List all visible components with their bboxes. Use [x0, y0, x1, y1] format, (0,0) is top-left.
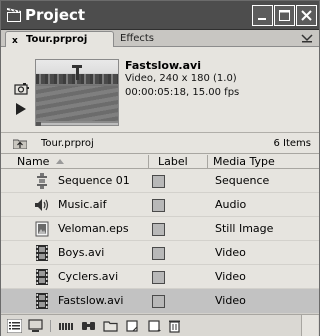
- item-name: Fastslow.avi: [58, 294, 124, 307]
- sequence-icon: [37, 173, 47, 189]
- bottom-toolbar: [1, 314, 319, 336]
- table-row[interactable]: Cyclers.avi Video: [1, 265, 319, 289]
- minimize-button[interactable]: [252, 5, 273, 26]
- clip-name: Fastslow.avi: [125, 59, 201, 72]
- item-name: Veloman.eps: [58, 222, 129, 235]
- resize-grip[interactable]: [301, 315, 318, 336]
- thumbnail-field: [36, 86, 118, 121]
- table-row[interactable]: Boys.avi Video: [1, 241, 319, 265]
- label-color-swatch[interactable]: [152, 247, 165, 260]
- table-row-selected[interactable]: Fastslow.avi Video: [1, 289, 319, 314]
- panel-menu-icon[interactable]: [301, 33, 314, 44]
- speaker-icon: [35, 199, 49, 211]
- item-media-type: Still Image: [215, 222, 274, 235]
- tab-bar: x Tour.prproj Effects: [1, 30, 319, 47]
- column-label-header[interactable]: Label: [158, 154, 188, 169]
- divider: [1, 132, 319, 133]
- label-color-swatch[interactable]: [152, 175, 165, 188]
- item-count: 6 Items: [273, 138, 311, 149]
- find-icon[interactable]: [81, 319, 96, 333]
- sort-ascending-icon[interactable]: [56, 159, 64, 164]
- label-color-swatch[interactable]: [152, 295, 165, 308]
- item-media-type: Video: [215, 246, 246, 259]
- title-bar[interactable]: Project: [1, 1, 319, 30]
- new-bin-icon[interactable]: [103, 319, 118, 333]
- scrubber-handle[interactable]: [36, 122, 41, 126]
- toolbar-separator: [50, 320, 51, 332]
- item-name: Boys.avi: [58, 246, 105, 259]
- minimize-icon: [258, 18, 266, 20]
- item-name: Sequence 01: [58, 174, 130, 187]
- tab-effects-label: Effects: [120, 33, 154, 44]
- film-icon: [36, 245, 48, 261]
- column-divider[interactable]: [148, 155, 149, 168]
- still-image-icon: [35, 221, 49, 237]
- film-icon: [36, 269, 48, 285]
- column-name-header[interactable]: Name: [17, 154, 49, 169]
- thumbnail-scrubber[interactable]: [35, 122, 119, 126]
- item-media-type: Audio: [215, 198, 247, 211]
- table-row[interactable]: Veloman.eps Still Image: [1, 217, 319, 241]
- trash-icon[interactable]: [167, 319, 182, 333]
- automate-to-sequence-icon[interactable]: [59, 319, 74, 333]
- close-button[interactable]: [296, 5, 317, 26]
- label-color-swatch[interactable]: [152, 271, 165, 284]
- clip-duration-info: 00:00:05:18, 15.00 fps: [125, 87, 240, 98]
- new-item-menu-icon[interactable]: [147, 319, 162, 333]
- label-color-swatch[interactable]: [152, 199, 165, 212]
- item-media-type: Sequence: [215, 174, 270, 187]
- column-divider[interactable]: [207, 155, 208, 168]
- clip-thumbnail[interactable]: [35, 59, 119, 122]
- tab-project-label: Tour.prproj: [26, 34, 88, 45]
- table-row[interactable]: Music.aif Audio: [1, 193, 319, 217]
- item-name: Music.aif: [58, 198, 107, 211]
- tab-close-icon[interactable]: x: [12, 34, 18, 49]
- thumbnail-sign: [72, 65, 82, 68]
- item-media-type: Video: [215, 270, 246, 283]
- window-title: Project: [25, 6, 86, 24]
- tab-effects[interactable]: Effects: [114, 31, 174, 47]
- maximize-icon: [279, 10, 290, 21]
- film-icon: [36, 293, 48, 309]
- bin-name: Tour.prproj: [41, 138, 94, 149]
- poster-frame-icon[interactable]: [14, 82, 30, 96]
- column-media-type-header[interactable]: Media Type: [213, 154, 275, 169]
- new-item-icon[interactable]: [125, 319, 140, 333]
- tab-project[interactable]: x Tour.prproj: [5, 31, 114, 47]
- maximize-button[interactable]: [274, 5, 295, 26]
- play-icon[interactable]: [15, 103, 27, 115]
- thumbnail-post: [76, 66, 79, 80]
- column-header: Name Label Media Type: [1, 153, 319, 169]
- table-row[interactable]: Sequence 01 Sequence: [1, 169, 319, 193]
- item-media-type: Video: [215, 294, 246, 307]
- project-panel: Project x Tour.prproj Effects Fastslow.a…: [0, 0, 320, 336]
- icon-view-icon[interactable]: [28, 319, 43, 333]
- parent-bin-icon[interactable]: [13, 138, 27, 149]
- list-view-icon[interactable]: [7, 319, 22, 333]
- clip-video-info: Video, 240 x 180 (1.0): [125, 73, 237, 84]
- label-color-swatch[interactable]: [152, 223, 165, 236]
- clapper-icon: [7, 8, 21, 22]
- close-icon: [301, 10, 312, 21]
- item-name: Cyclers.avi: [58, 270, 119, 283]
